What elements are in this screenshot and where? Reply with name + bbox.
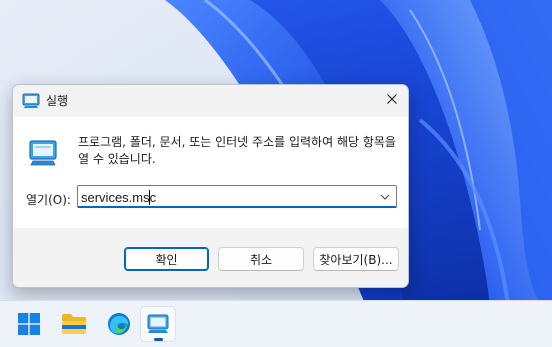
open-input[interactable] <box>81 188 371 206</box>
run-icon <box>28 139 58 167</box>
dialog-description: 프로그램, 폴더, 문서, 또는 인터넷 주소를 입력하여 해당 항목을 열 수… <box>78 135 396 166</box>
taskbar-edge[interactable] <box>101 306 137 342</box>
edge-browser-icon <box>108 313 130 335</box>
taskbar-start-button[interactable] <box>11 306 47 342</box>
run-icon <box>22 93 40 109</box>
open-combobox[interactable] <box>77 185 397 208</box>
file-explorer-icon <box>62 314 86 334</box>
taskbar-file-explorer[interactable] <box>56 306 92 342</box>
title-bar[interactable]: 실행 <box>13 85 408 117</box>
close-button[interactable] <box>376 85 408 115</box>
run-dialog: 실행 프로그램, 폴더, 문서, 또는 인터넷 주소를 입력하여 해당 항목을 … <box>12 84 409 288</box>
chevron-down-icon <box>380 194 390 200</box>
ok-button[interactable]: 확인 <box>124 247 209 271</box>
open-label: 열기(O): <box>26 193 71 207</box>
dropdown-button[interactable] <box>376 188 394 205</box>
active-indicator <box>154 338 163 341</box>
taskbar <box>0 300 552 347</box>
dialog-content: 프로그램, 폴더, 문서, 또는 인터넷 주소를 입력하여 해당 항목을 열 수… <box>13 117 408 228</box>
dialog-footer: 확인 취소 찾아보기(B)... <box>13 228 408 287</box>
taskbar-run[interactable] <box>140 306 176 342</box>
cancel-button[interactable]: 취소 <box>218 247 304 271</box>
browse-button[interactable]: 찾아보기(B)... <box>313 247 399 271</box>
text-cursor <box>149 190 150 205</box>
run-icon <box>147 314 169 333</box>
windows-start-icon <box>18 313 40 335</box>
close-icon <box>387 93 397 107</box>
dialog-title: 실행 <box>46 94 69 108</box>
